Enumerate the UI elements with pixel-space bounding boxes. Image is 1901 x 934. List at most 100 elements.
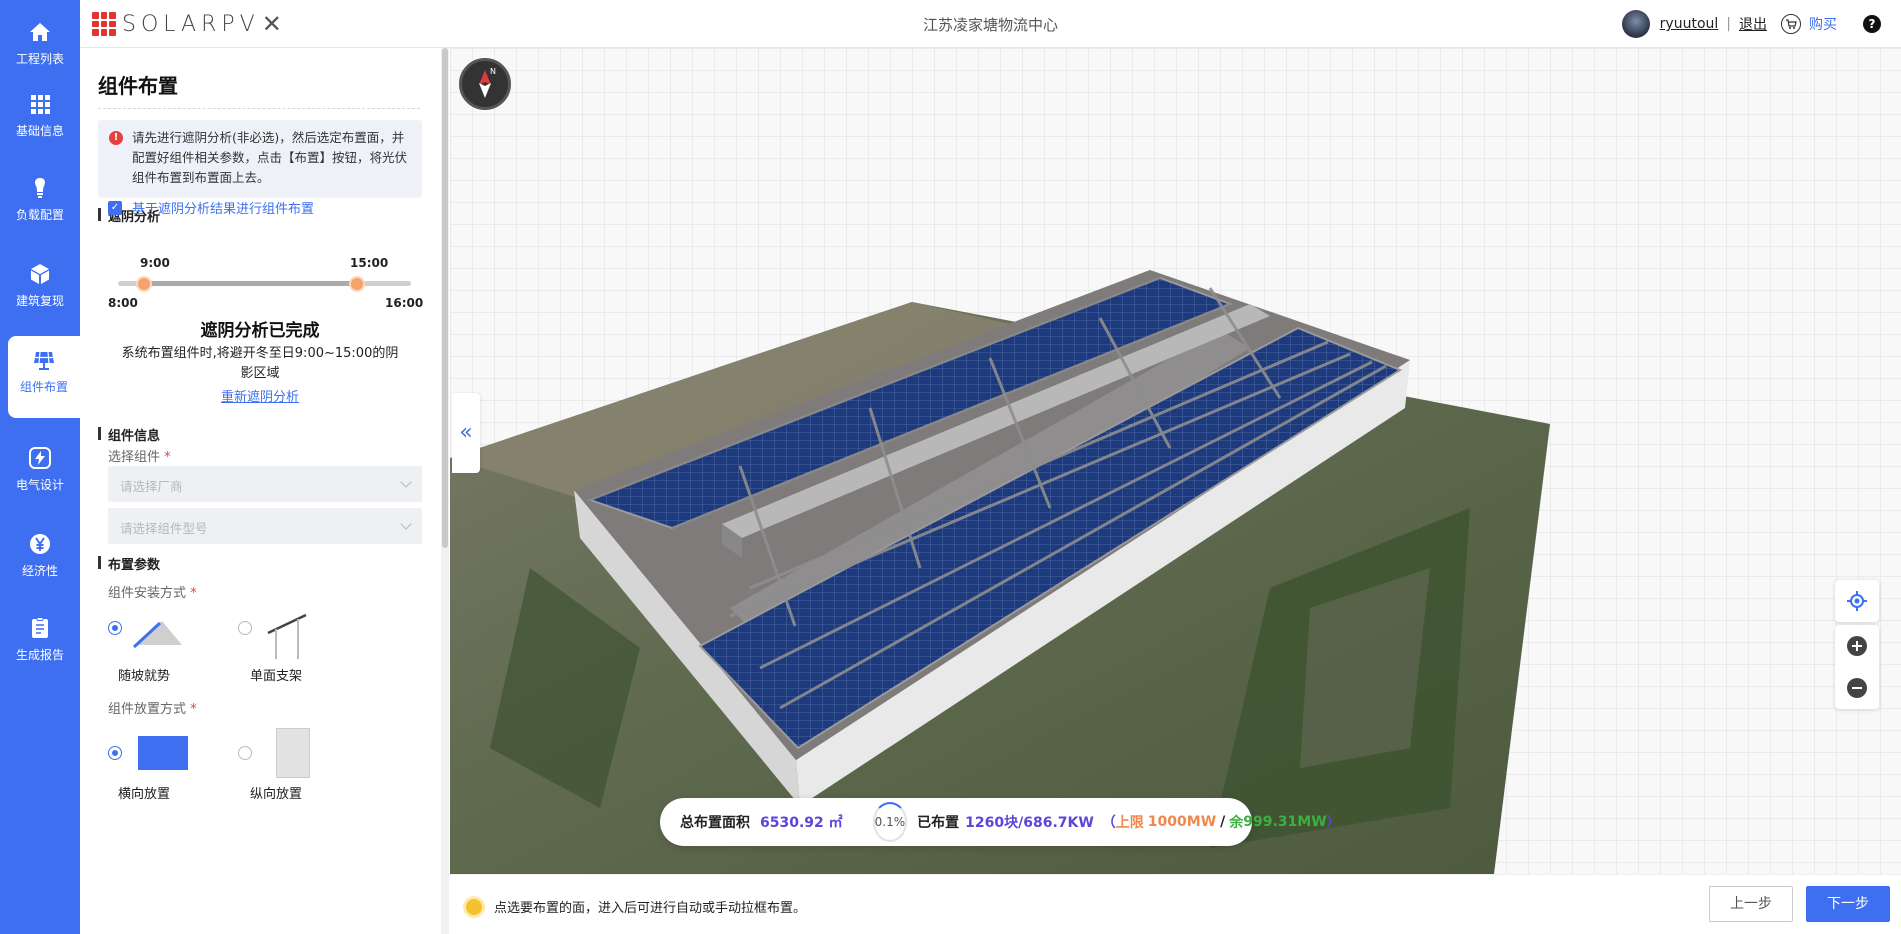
placement-option-landscape[interactable]: 横向放置: [108, 736, 228, 846]
compass-icon[interactable]: N: [459, 58, 511, 110]
reanalyze-link[interactable]: 重新遮阴分析: [98, 386, 422, 405]
nav-item-load-config[interactable]: 负载配置: [0, 164, 80, 232]
locate-control[interactable]: [1835, 580, 1879, 622]
notice-box: ! 请先进行遮阴分析(非必选)，然后选定布置面，并配置好组件相关参数，点击【布置…: [98, 120, 422, 198]
logout-link[interactable]: 退出: [1739, 14, 1767, 34]
panel-scrollbar[interactable]: [441, 48, 449, 934]
install-method-label-text: 组件安装方式: [108, 586, 187, 601]
nav-label: 组件布置: [19, 380, 68, 394]
locate-icon[interactable]: [1835, 580, 1879, 622]
landscape-panel-icon: [138, 736, 188, 770]
nav-label: 生成报告: [15, 648, 64, 662]
prev-step-button[interactable]: 上一步: [1709, 886, 1793, 922]
select-module-label: 选择组件 *: [108, 446, 171, 465]
checkbox-checked-icon[interactable]: ✓: [108, 200, 122, 215]
bracket-mount-icon: [267, 613, 307, 659]
placement-method-label: 组件放置方式 *: [108, 698, 197, 717]
layout-panel: 组件布置 ! 请先进行遮阴分析(非必选)，然后选定布置面，并配置好组件相关参数，…: [80, 48, 450, 934]
slider-end-handle[interactable]: [349, 276, 365, 292]
grid-icon: [31, 95, 50, 114]
paren-close: ）: [1326, 815, 1341, 831]
nav-item-report[interactable]: 生成报告: [0, 604, 80, 672]
notice-text: 请先进行遮阴分析(非必选)，然后选定布置面，并配置好组件相关参数，点击【布置】按…: [132, 130, 408, 185]
total-area-value: 6530.92 ㎡: [760, 815, 843, 831]
user-name-link[interactable]: ryuutoul: [1660, 16, 1719, 32]
radio-unselected-icon[interactable]: [238, 746, 252, 760]
slash: /: [1220, 814, 1226, 830]
nav-item-economics[interactable]: 经济性: [0, 520, 80, 588]
nav-label: 电气设计: [15, 478, 64, 492]
footer-tip: 点选要布置的面，进入后可进行自动或手动拉框布置。: [466, 897, 806, 916]
model-select[interactable]: 请选择组件型号: [108, 508, 422, 544]
alert-icon: !: [109, 131, 123, 145]
required-mark: *: [190, 586, 197, 601]
layout-params-heading: 布置参数: [98, 554, 160, 573]
sun-icon: [466, 898, 482, 915]
separator: |: [1726, 16, 1731, 32]
shade-done-title: 遮阴分析已完成: [200, 321, 320, 341]
placed-label: 已布置: [917, 815, 960, 831]
cart-icon[interactable]: [1781, 14, 1801, 34]
placement-option-label: 纵向放置: [250, 787, 303, 802]
scene-3d[interactable]: [450, 48, 1901, 874]
nav-item-module-layout[interactable]: 组件布置: [8, 336, 80, 418]
nav-item-building[interactable]: 建筑复现: [0, 250, 80, 318]
range-end-label: 15:00: [350, 256, 389, 270]
zoom-out-icon[interactable]: [1835, 667, 1879, 709]
placed-value: 1260块/686.7KW: [965, 815, 1094, 831]
divider: [98, 108, 420, 109]
required-mark: *: [190, 702, 197, 717]
chevron-down-icon: [400, 476, 412, 488]
avatar[interactable]: [1621, 10, 1650, 38]
chevron-down-icon: [400, 518, 412, 530]
next-step-button[interactable]: 下一步: [1806, 886, 1890, 922]
model-select-placeholder: 请选择组件型号: [120, 521, 208, 536]
slider-start-handle[interactable]: [136, 276, 152, 292]
placement-option-label: 横向放置: [118, 787, 171, 802]
radio-selected-icon[interactable]: [108, 621, 122, 635]
install-option-bracket[interactable]: 单面支架: [238, 613, 358, 721]
collapse-panel-button[interactable]: «: [452, 393, 480, 473]
zoom-in-icon[interactable]: [1835, 625, 1879, 667]
shade-checkbox-row[interactable]: ✓ 基于遮阴分析结果进行组件布置: [108, 198, 314, 217]
maker-select[interactable]: 请选择厂商: [108, 466, 422, 502]
nav-item-project-list[interactable]: 工程列表: [0, 8, 80, 76]
home-icon: [30, 23, 50, 41]
map-3d-view[interactable]: [450, 48, 1901, 874]
radio-unselected-icon[interactable]: [238, 621, 252, 635]
limit-prefix: 上限: [1115, 815, 1144, 831]
footer-tip-text: 点选要布置的面，进入后可进行自动或手动拉框布置。: [494, 901, 807, 916]
slider-selected-range: [144, 281, 357, 286]
slope-mount-icon: [132, 621, 182, 649]
radio-selected-icon[interactable]: [108, 746, 122, 760]
remaining-prefix: 余: [1229, 815, 1244, 831]
remaining-value: 999.31MW: [1243, 814, 1327, 830]
limit-value: 1000MW: [1147, 814, 1217, 830]
lightning-icon: [29, 447, 51, 469]
buy-link[interactable]: 购买: [1809, 14, 1837, 34]
paren-open: （: [1101, 815, 1116, 831]
nav-item-basic-info[interactable]: 基础信息: [0, 80, 80, 148]
zoom-control: [1835, 625, 1879, 709]
usage-percent-ring: 0.1%: [872, 802, 908, 842]
shade-checkbox-label[interactable]: 基于遮阴分析结果进行组件布置: [132, 198, 314, 217]
nav-label: 基础信息: [15, 124, 64, 138]
maker-select-placeholder: 请选择厂商: [120, 479, 183, 494]
double-chevron-left-icon: «: [459, 420, 473, 445]
placement-option-portrait[interactable]: 纵向放置: [238, 728, 358, 846]
install-option-label: 单面支架: [250, 669, 303, 684]
scrollbar-thumb[interactable]: [442, 48, 448, 548]
help-icon[interactable]: ?: [1863, 15, 1881, 33]
shade-done-desc: 系统布置组件时,将避开冬至日9:00~15:00的阴影区域: [121, 346, 399, 381]
module-heading: 组件信息: [98, 425, 160, 444]
time-range-slider[interactable]: 9:00 15:00 8:00 16:00: [108, 256, 424, 316]
report-icon: [32, 617, 48, 638]
nav-label: 工程列表: [15, 52, 64, 66]
range-max-label: 16:00: [385, 296, 424, 310]
svg-text:N: N: [490, 67, 496, 76]
portrait-panel-icon: [276, 728, 310, 778]
left-nav: 工程列表 基础信息 负载配置 建筑复现 组件布置 电气设计 经济性 生成报告: [0, 0, 80, 934]
layout-stats-bar: 总布置面积 6530.92 ㎡ 0.1% 已布置 1260块/686.7KW （…: [660, 798, 1341, 846]
range-min-label: 8:00: [108, 296, 138, 310]
nav-item-electrical[interactable]: 电气设计: [0, 434, 80, 502]
